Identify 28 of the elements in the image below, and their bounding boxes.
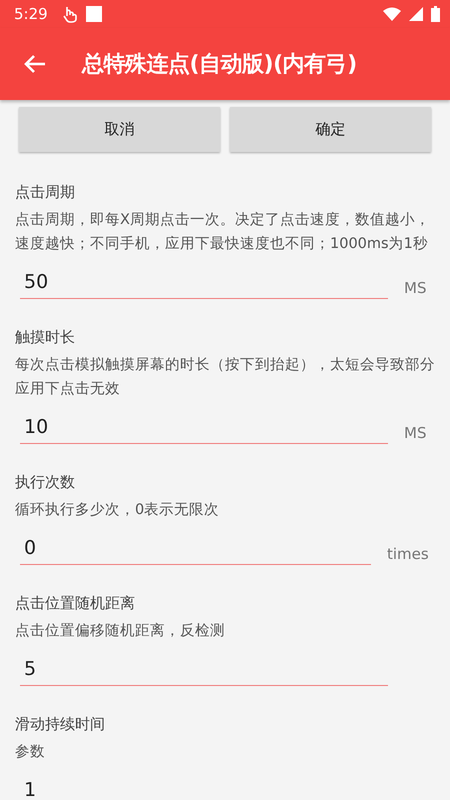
- back-arrow-icon[interactable]: [24, 54, 46, 74]
- input-field[interactable]: 10: [20, 407, 388, 444]
- setting-description: 循环执行多少次，0表示无限次: [15, 501, 220, 520]
- setting-title: 滑动持续时间: [15, 714, 106, 734]
- input-field[interactable]: 5: [20, 649, 388, 686]
- input-field[interactable]: 1: [20, 770, 388, 800]
- signal-icon: [409, 7, 423, 21]
- unit-label: MS: [404, 424, 426, 444]
- setting-title: 触摸时长: [15, 327, 76, 347]
- unit-label: times: [387, 545, 429, 565]
- setting-description: 点击位置偏移随机距离，反检测: [15, 622, 226, 641]
- setting-title: 点击位置随机距离: [15, 593, 136, 613]
- square-icon: [86, 6, 102, 22]
- setting-title: 执行次数: [15, 472, 76, 492]
- battery-icon: [431, 6, 440, 22]
- setting-description: 参数: [15, 743, 46, 762]
- input-field[interactable]: 0: [20, 528, 371, 565]
- hand-icon: [62, 5, 78, 23]
- wifi-icon: [383, 7, 401, 21]
- screen-title: 总特殊连点(自动版)(内有弓): [82, 51, 357, 79]
- action-button[interactable]: 取消: [19, 107, 220, 152]
- status-time: 5:29: [14, 5, 48, 23]
- setting-description: 点击周期，即每X周期点击一次。决定了点击速度，数值越小，速度越快；不同手机，应用下最快速度也不同；1000ms为1秒: [15, 210, 431, 254]
- setting-title: 点击周期: [15, 182, 76, 202]
- input-field[interactable]: 50: [20, 262, 388, 299]
- setting-description: 每次点击模拟触摸屏幕的时长（按下到抬起），太短会导致部分应用下点击无效: [15, 356, 435, 399]
- action-button[interactable]: 确定: [230, 107, 431, 152]
- unit-label: MS: [404, 279, 426, 299]
